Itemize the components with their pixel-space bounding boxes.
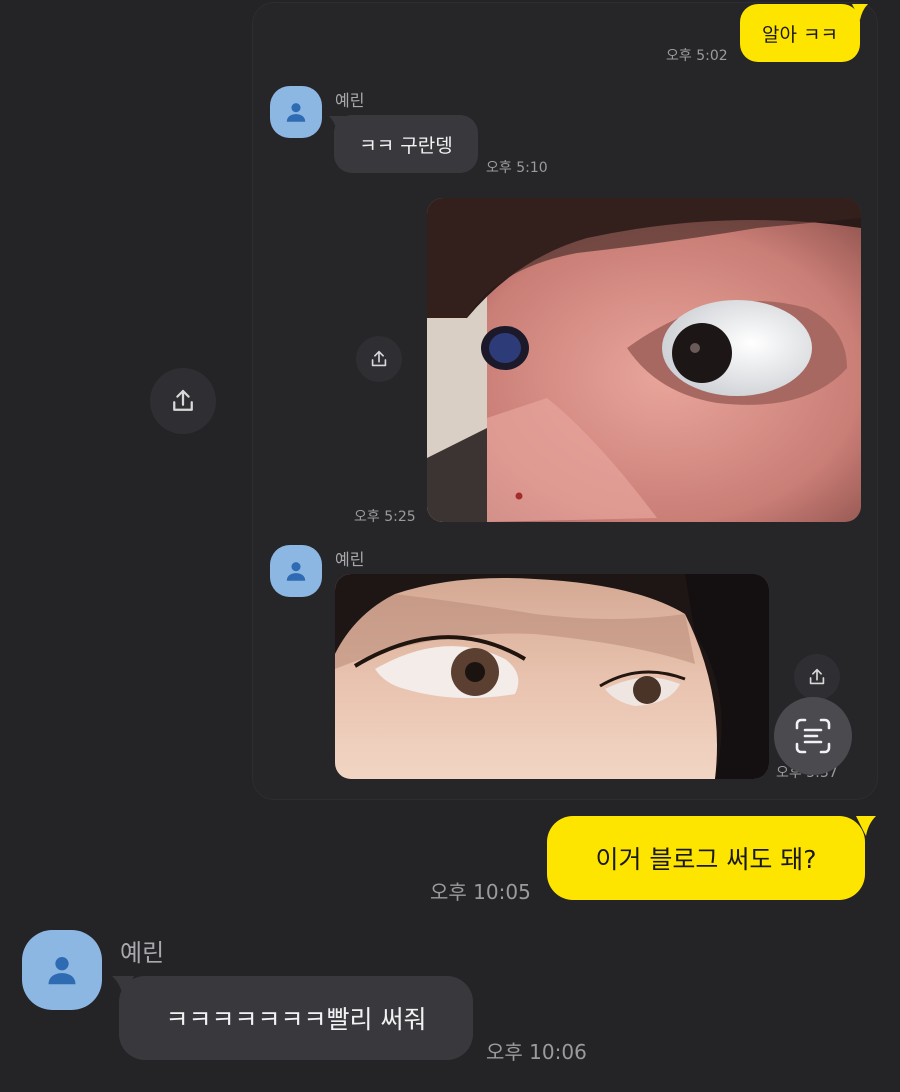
person-icon	[286, 562, 306, 581]
message-text: ㅋㅋㅋㅋㅋㅋㅋ빨리 써줘	[165, 1005, 427, 1034]
bubble-tail	[852, 4, 868, 20]
share-icon	[371, 350, 387, 367]
person-icon	[48, 957, 76, 985]
message-time: 오후 5:25	[354, 509, 416, 525]
sender-name: 예린	[335, 550, 365, 569]
sender-avatar[interactable]	[22, 930, 102, 1010]
sender-name: 예린	[120, 939, 165, 967]
message-time: 오후 10:06	[486, 1040, 587, 1064]
message-time: 오후 5:02	[666, 48, 728, 64]
outgoing-message-bubble[interactable]: 이거 블로그 써도 돼?	[547, 816, 865, 900]
photo-attachment[interactable]	[335, 574, 769, 779]
message-text: 알아 ㅋㅋ	[762, 23, 838, 46]
share-button[interactable]	[794, 654, 840, 700]
incoming-message-bubble[interactable]: ㅋㅋㅋㅋㅋㅋㅋ빨리 써줘	[119, 976, 473, 1060]
message-text: 이거 블로그 써도 돼?	[595, 845, 817, 874]
sender-avatar[interactable]	[270, 545, 322, 597]
message-time: 오후 5:10	[486, 160, 548, 176]
bubble-tail	[856, 816, 876, 836]
photo-attachment[interactable]	[427, 198, 861, 522]
text-scan-icon	[795, 718, 831, 754]
message-time: 오후 10:05	[430, 880, 531, 904]
eyes-photo	[335, 574, 769, 779]
sender-name: 예린	[335, 91, 365, 110]
share-button-large[interactable]	[150, 368, 216, 434]
share-icon	[173, 389, 193, 411]
person-icon	[286, 103, 306, 122]
text-scan-button[interactable]	[774, 697, 852, 775]
share-button[interactable]	[356, 336, 402, 382]
sender-avatar[interactable]	[270, 86, 322, 138]
incoming-message-bubble[interactable]: ㅋㅋ 구란뎅	[334, 115, 478, 173]
share-icon	[809, 668, 825, 685]
outgoing-message-bubble[interactable]: 알아 ㅋㅋ	[740, 4, 860, 62]
eye-closeup-photo	[427, 198, 861, 522]
message-text: ㅋㅋ 구란뎅	[359, 134, 453, 157]
